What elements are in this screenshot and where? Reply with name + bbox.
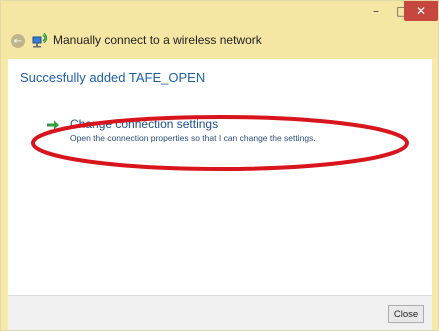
highlight-ellipse bbox=[31, 115, 409, 171]
title-bar: – □ ✕ ← Manually connect to a wireless n… bbox=[1, 1, 438, 59]
dialog-footer: Close bbox=[8, 295, 432, 330]
window-title: Manually connect to a wireless network bbox=[53, 33, 262, 47]
close-button[interactable]: Close bbox=[388, 305, 424, 323]
minimize-button[interactable]: – bbox=[363, 1, 389, 21]
network-icon bbox=[32, 32, 48, 48]
content-area: Succesfully added TAFE_OPEN Change conne… bbox=[8, 59, 432, 295]
back-arrow-icon[interactable]: ← bbox=[11, 34, 25, 48]
success-heading: Succesfully added TAFE_OPEN bbox=[20, 70, 206, 85]
close-window-button[interactable]: ✕ bbox=[404, 1, 438, 21]
dialog-window: – □ ✕ ← Manually connect to a wireless n… bbox=[0, 0, 439, 331]
